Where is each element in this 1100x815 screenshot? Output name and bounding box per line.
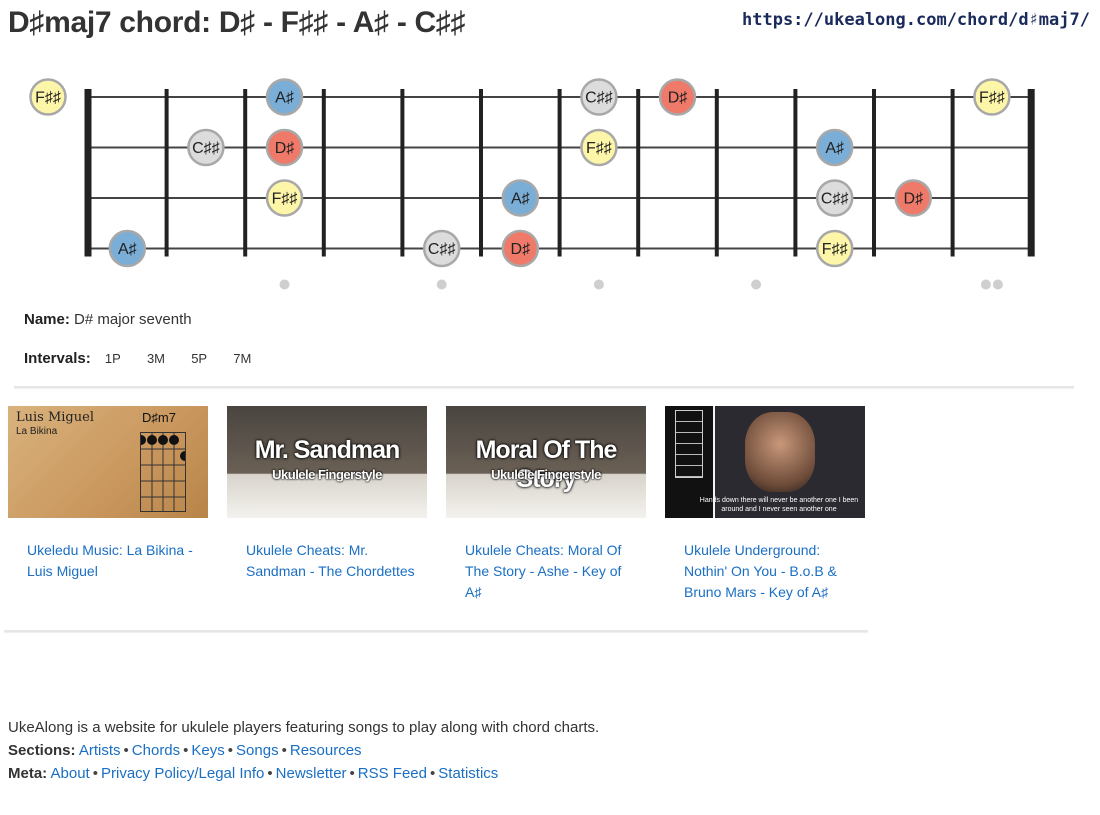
video-thumbnail[interactable]: Luis Miguel La Bikina D♯m7 [8,406,208,518]
interval-item: 3M [146,351,166,366]
ukulele-chart-icon [675,410,703,478]
note-label: A♯ [118,241,137,258]
footer-sections-label: Sections: [8,742,76,759]
note-label: A♯ [275,90,294,107]
video-title-link[interactable]: Ukulele Underground: Nothin' On You - B.… [665,540,865,603]
fret-inlay-dot [436,279,447,290]
video-card[interactable]: Moral Of The Story Ukulele Fingerstyle U… [446,406,646,603]
footer-sections: Sections: Artists • Chords • Keys • Songs • Reso… [8,742,362,759]
fret-inlay-dot [279,279,290,290]
interval-item: 7M [233,351,252,366]
video-card[interactable]: Luis Miguel La Bikina D♯m7 Ukeledu Music… [8,406,208,582]
thumb-heading: Moral Of The Story [475,436,618,493]
interval-item: 5P [191,351,208,366]
thumb-subheading: Ukulele Fingerstyle [272,467,382,482]
footer-meta-label: Meta: [8,765,48,782]
person-image [745,412,815,492]
thumb-chord-name: D♯m7 [142,410,176,425]
note-label: D♯ [904,191,924,208]
video-card[interactable]: Mr. Sandman Ukulele Fingerstyle Ukulele … [227,406,427,582]
page-title: D♯maj7 chord: D♯ - F♯♯ - A♯ - C♯♯ [8,6,466,39]
video-thumbnail[interactable]: Moral Of The Story Ukulele Fingerstyle [446,406,646,518]
intervals-label: Intervals: [24,350,91,367]
thumb-caption: Hands down there will never be another o… [699,497,859,513]
chord-name-value: D# major seventh [74,311,192,328]
footer-link-rss[interactable]: RSS Feed [358,765,427,782]
note-label: F♯♯ [822,241,848,258]
thumb-subheading: Ukulele Fingerstyle [491,467,601,482]
footer-link-artists[interactable]: Artists [79,742,121,759]
note-label: D♯ [275,140,295,157]
footer-about: UkeAlong is a website for ukulele player… [8,719,600,736]
interval-item: 1P [104,351,121,366]
video-thumbnail[interactable]: Hands down there will never be another o… [665,406,865,518]
thumb-heading: Luis Miguel [16,410,94,425]
note-label: A♯ [825,140,844,157]
note-label: F♯♯ [586,140,612,157]
section-divider [14,386,1074,388]
page-url[interactable]: https://ukealong.com/chord/d♯maj7/ [742,10,1090,30]
footer-link-about[interactable]: About [51,765,90,782]
thumb-subheading: La Bikina [16,426,58,437]
chord-name-row: Name: D# major seventh [24,311,192,328]
note-label: D♯ [668,90,688,107]
video-card[interactable]: Hands down there will never be another o… [665,406,865,603]
note-label: A♯ [511,191,530,208]
footer-link-chords[interactable]: Chords [132,742,180,759]
chord-name-label: Name: [24,311,70,328]
fret-inlay-dot [593,279,604,290]
note-label: F♯♯ [979,90,1005,107]
fret-inlay-dot [992,279,1003,290]
note-label: F♯♯ [272,191,298,208]
video-title-link[interactable]: Ukulele Cheats: Moral Of The Story - Ash… [446,540,646,603]
note-label: C♯♯ [428,241,456,258]
footer-link-keys[interactable]: Keys [191,742,224,759]
intervals-row: Intervals: 1P 3M 5P 7M [24,350,263,367]
note-label: F♯♯ [35,90,61,107]
fretboard-diagram: F♯♯ A♯ C♯♯ D♯ F♯♯ C♯♯ D♯ F♯♯ A♯ F♯♯ A♯ C♯♯ D♯ A♯ C♯♯ D♯… [29,78,1035,290]
footer-link-songs[interactable]: Songs [236,742,279,759]
fret-inlay-dot [980,279,991,290]
note-label: C♯♯ [192,140,220,157]
fret-inlay-dot [751,279,762,290]
note-label: C♯♯ [585,90,613,107]
footer-link-statistics[interactable]: Statistics [438,765,498,782]
note-label: C♯♯ [821,191,849,208]
thumb-heading: Mr. Sandman [254,436,401,464]
section-divider [4,630,868,632]
footer-link-privacy[interactable]: Privacy Policy/Legal Info [101,765,264,782]
note-label: D♯ [511,241,531,258]
chord-grid-icon [136,432,190,512]
footer-meta: Meta: About • Privacy Policy/Legal Info • Ne… [8,765,499,782]
footer-link-resources[interactable]: Resources [290,742,362,759]
video-title-link[interactable]: Ukulele Cheats: Mr. Sandman - The Chorde… [227,540,427,582]
video-thumbnail[interactable]: Mr. Sandman Ukulele Fingerstyle [227,406,427,518]
footer-link-newsletter[interactable]: Newsletter [276,765,347,782]
video-title-link[interactable]: Ukeledu Music: La Bikina - Luis Miguel [8,540,208,582]
